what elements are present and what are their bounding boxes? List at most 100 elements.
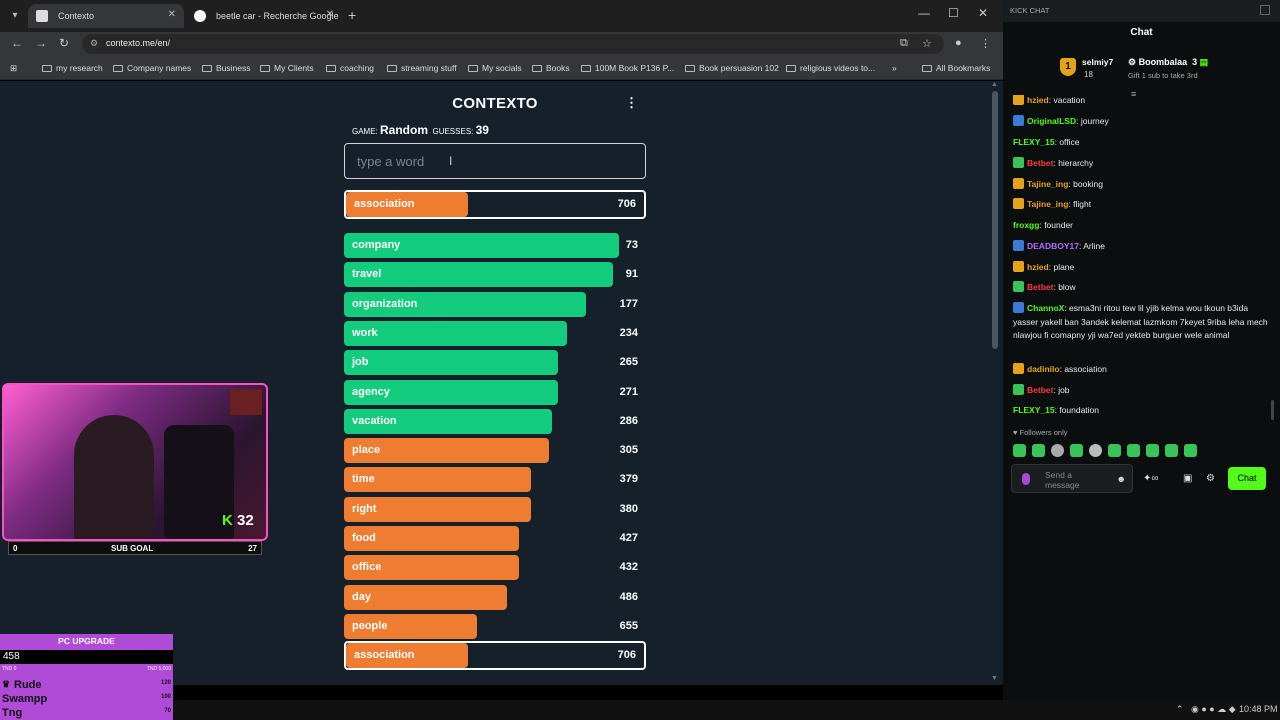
bookmark-folder[interactable]: streaming stuff (387, 63, 457, 73)
install-app-icon[interactable]: ⧉ (900, 37, 908, 50)
chat-username[interactable]: Tajine_ing (1027, 179, 1068, 189)
chat-username[interactable]: froxgg (1013, 220, 1039, 230)
address-bar[interactable]: ⚙ contexto.me/en/ (82, 34, 944, 54)
gift-hint: Gift 1 sub to take 3rd (1128, 71, 1198, 80)
send-message-box[interactable]: Send a message ☻ (1011, 464, 1133, 493)
chat-username[interactable]: Betbet (1027, 158, 1053, 168)
guess-row: job 265 (344, 350, 646, 376)
chat-scrollbar[interactable] (1271, 400, 1274, 420)
guess-row: agency 271 (344, 379, 646, 405)
donor-name: Rude (14, 679, 42, 691)
infinity-icon[interactable]: ✦∞ (1143, 473, 1159, 484)
emote-icon[interactable] (1051, 444, 1064, 457)
clock[interactable]: 10:48 PM (1239, 704, 1278, 714)
bookmark-folder[interactable]: My socials (468, 63, 522, 73)
options-menu-icon[interactable]: ⋮ (625, 95, 638, 111)
emote-icon[interactable] (1127, 444, 1140, 457)
emote-icon[interactable] (1184, 444, 1197, 457)
emote-icon[interactable] (1089, 444, 1102, 457)
tab-contexto[interactable]: Contexto ✕ (28, 4, 184, 28)
bookmark-folder[interactable]: my research (42, 63, 103, 73)
apps-grid-icon[interactable]: ⊞ (10, 63, 17, 74)
all-bookmarks-folder[interactable]: All Bookmarks (922, 63, 990, 73)
chat-username[interactable]: Betbet (1027, 282, 1053, 292)
forward-icon[interactable]: → (35, 36, 47, 50)
mic-icon[interactable] (1022, 473, 1030, 485)
scroll-down-icon[interactable]: ▼ (991, 675, 998, 682)
maximize-icon[interactable] (1260, 5, 1270, 15)
folder-icon (468, 65, 478, 72)
guess-row: organization 177 (344, 291, 646, 317)
tab-title: beetle car - Recherche Google (216, 11, 339, 21)
chat-send-button[interactable]: Chat (1228, 467, 1266, 490)
bookmark-star-icon[interactable]: ☆ (922, 37, 932, 50)
bookmark-folder[interactable]: religious videos to... (786, 63, 875, 73)
tab-search-icon[interactable]: ▾ (6, 7, 24, 25)
emoji-icon[interactable]: ☻ (1117, 474, 1126, 484)
donor-name: Tng (2, 707, 23, 719)
chat-username[interactable]: dadinilo (1027, 364, 1060, 374)
site-info-icon[interactable]: ⚙ (90, 38, 98, 49)
more-bookmarks-icon[interactable]: » (892, 63, 897, 73)
settings-icon[interactable]: ⚙ (1206, 473, 1215, 484)
chat-text: office (1059, 137, 1080, 147)
maximize-icon[interactable]: ☐ (948, 6, 959, 20)
chat-title: Chat (1130, 27, 1153, 38)
emote-icon[interactable] (1070, 444, 1083, 457)
guess-row: vacation 286 (344, 408, 646, 434)
close-tab-icon[interactable]: ✕ (326, 9, 334, 20)
tray-chevron-icon[interactable]: ⌃ (1176, 704, 1184, 715)
emote-icon[interactable] (1032, 444, 1045, 457)
scroll-up-icon[interactable]: ▲ (991, 81, 998, 88)
chat-username[interactable]: hzied (1027, 262, 1049, 272)
scroll-thumb[interactable] (992, 91, 998, 349)
guess-row: work 234 (344, 320, 646, 346)
bookmark-folder[interactable]: My Clients (260, 63, 314, 73)
chat-message: Betbet: job (1013, 384, 1271, 398)
leader-username[interactable]: selmiy7 (1082, 57, 1113, 67)
chat-username[interactable]: FLEXY_15 (1013, 137, 1055, 147)
chat-username[interactable]: ChannoX (1027, 303, 1064, 313)
tray-app-icons[interactable]: ◉ ● ● ☁ ◆ (1191, 704, 1236, 715)
guess-word: company (352, 239, 401, 251)
contexto-favicon-icon (36, 10, 48, 22)
tab-google-search[interactable]: beetle car - Recherche Google ✕ (186, 4, 342, 28)
guess-word: job (352, 356, 369, 369)
bookmark-folder[interactable]: Company names (113, 63, 191, 73)
bookmark-folder[interactable]: Business (202, 63, 251, 73)
page-scrollbar[interactable]: ▲ ▼ (991, 81, 998, 682)
emote-icon[interactable] (1013, 444, 1026, 457)
guess-rank: 265 (619, 356, 638, 369)
chat-username[interactable]: Betbet (1027, 385, 1053, 395)
chat-username[interactable]: FLEXY_15 (1013, 405, 1055, 415)
emote-icon[interactable] (1146, 444, 1159, 457)
word-input[interactable] (345, 144, 645, 178)
emote-icon[interactable] (1165, 444, 1178, 457)
browser-tab-strip: ▾ Contexto ✕ beetle car - Recherche Goog… (0, 0, 1003, 32)
word-input-box[interactable]: I (344, 143, 646, 179)
chat-username[interactable]: hzied (1027, 95, 1049, 105)
guess-word: right (352, 502, 377, 515)
background-poster (230, 389, 262, 415)
emote-icon[interactable] (1108, 444, 1121, 457)
bookmark-folder[interactable]: Book persuasion 102 (685, 63, 779, 73)
close-tab-icon[interactable]: ✕ (168, 9, 176, 20)
bookmark-label: my research (56, 63, 103, 73)
new-tab-button[interactable]: + (348, 7, 356, 23)
close-window-icon[interactable]: ✕ (978, 6, 988, 20)
guesses-count: 39 (475, 123, 489, 137)
reload-icon[interactable]: ↻ (59, 36, 69, 50)
bookmark-folder[interactable]: 100M Book P136 P... (581, 63, 674, 73)
bookmark-folder[interactable]: coaching (326, 63, 374, 73)
chat-username[interactable]: DEADBOY17 (1027, 241, 1079, 251)
browser-menu-icon[interactable]: ⋮ (980, 37, 991, 50)
gifter-entry[interactable]: ⚙ Boombalaa 3 ▤ (1128, 57, 1208, 68)
gift-store-icon[interactable]: ▣ (1183, 473, 1192, 484)
bookmark-folder[interactable]: Books (532, 63, 570, 73)
back-icon[interactable]: ← (11, 36, 23, 50)
minimize-icon[interactable]: — (918, 6, 930, 20)
chat-username[interactable]: OriginalLSD (1027, 116, 1076, 126)
guess-row: office 432 (344, 555, 646, 581)
profile-avatar-icon[interactable]: ● (955, 37, 962, 49)
chat-username[interactable]: Tajine_ing (1027, 199, 1068, 209)
